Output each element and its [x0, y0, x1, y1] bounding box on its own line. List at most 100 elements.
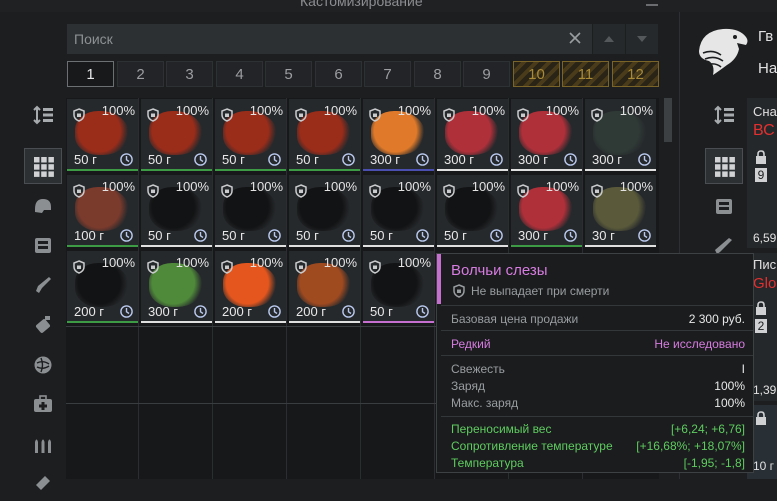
page-tab[interactable]: 4	[216, 61, 263, 87]
inventory-slot[interactable]: 100% 50 г	[141, 99, 212, 171]
inventory-slot[interactable]: 100% 200 г	[289, 251, 360, 323]
clock-icon	[638, 153, 651, 166]
item-weight: 300 г	[518, 152, 549, 167]
inventory-slot[interactable]: 100% 50 г	[215, 175, 286, 247]
page-tab[interactable]: 11	[562, 61, 609, 87]
page-tab[interactable]: 10	[513, 61, 560, 87]
category-misc-button[interactable]	[24, 465, 62, 501]
page-tab[interactable]: 7	[364, 61, 411, 87]
artifact-icon	[34, 356, 52, 374]
clock-icon	[342, 305, 355, 318]
inventory-slot[interactable]: 100% 50 г	[215, 99, 286, 171]
inventory-slot[interactable]: 100% 300 г	[585, 99, 656, 171]
shield-icon	[295, 260, 307, 274]
item-weight: 100 г	[74, 228, 105, 243]
item-weight: 300 г	[444, 152, 475, 167]
shield-icon	[517, 108, 529, 122]
inventory-slot[interactable]: 100% 300 г	[437, 99, 508, 171]
inventory-slot[interactable]: 100% 50 г	[363, 251, 434, 323]
rarity-bar	[511, 169, 582, 171]
inventory-slot[interactable]: 100% 300 г	[511, 175, 582, 247]
effect-value: [+16,68%; +18,07%]	[636, 439, 745, 453]
rarity-bar	[67, 169, 138, 171]
sort-icon	[33, 105, 53, 125]
search-input[interactable]	[67, 24, 564, 54]
category-armor-button[interactable]	[24, 227, 62, 263]
rarity-bar	[67, 245, 138, 247]
inventory-slot[interactable]: 100% 50 г	[363, 175, 434, 247]
shield-icon	[221, 108, 233, 122]
inventory-slot[interactable]: 100% 50 г	[141, 175, 212, 247]
shield-icon	[147, 260, 159, 274]
inventory-slot[interactable]: 100% 300 г	[511, 99, 582, 171]
inventory-slot[interactable]: 100% 200 г	[67, 251, 138, 323]
search-box	[67, 24, 592, 54]
rarity-bar	[363, 321, 434, 323]
sort-icon	[714, 105, 734, 125]
right-category-armor-button[interactable]	[705, 188, 743, 224]
stat-label: Заряд	[451, 379, 485, 393]
inventory-slot[interactable]: 100% 50 г	[289, 175, 360, 247]
page-tab[interactable]: 6	[315, 61, 362, 87]
inventory-slot[interactable]: 100% 50 г	[437, 175, 508, 247]
grid-column-line	[212, 98, 213, 479]
misc-icon	[36, 476, 50, 490]
stat-value: 100%	[714, 379, 745, 393]
category-grenade-button[interactable]	[24, 307, 62, 343]
shield-icon	[221, 260, 233, 274]
page-tab[interactable]: 12	[612, 61, 659, 87]
item-condition: 100%	[471, 103, 505, 118]
shield-icon	[73, 260, 85, 274]
shield-icon	[73, 108, 85, 122]
card-value: 6,59	[753, 231, 777, 245]
shield-icon	[453, 284, 465, 298]
page-tab[interactable]: 5	[265, 61, 312, 87]
item-condition: 100%	[619, 103, 653, 118]
equipped-card-1[interactable]: Сна ВС 9 6,59	[747, 98, 777, 248]
page-tab[interactable]: 8	[414, 61, 461, 87]
page-tab[interactable]: 2	[117, 61, 164, 87]
inventory-scrollbar[interactable]	[664, 98, 672, 142]
item-weight: 200 г	[74, 304, 105, 319]
right-sort-button[interactable]	[705, 97, 743, 133]
shield-icon	[295, 184, 307, 198]
clock-icon	[120, 305, 133, 318]
price-value: 2 300 руб.	[688, 312, 745, 326]
rarity-bar	[289, 245, 360, 247]
page-tab[interactable]: 9	[463, 61, 510, 87]
rarity-bar	[363, 245, 434, 247]
card-title: Пис	[753, 257, 777, 272]
item-condition: 100%	[175, 179, 209, 194]
shield-icon	[443, 184, 455, 198]
inventory-slot[interactable]: 100% 200 г	[215, 251, 286, 323]
category-artifact-button[interactable]	[24, 347, 62, 383]
window-control[interactable]	[646, 0, 658, 6]
scroll-up-button[interactable]	[593, 24, 625, 54]
right-category-all-button[interactable]	[705, 148, 743, 184]
item-weight: 50 г	[296, 152, 319, 167]
inventory-slot[interactable]: 100% 300 г	[141, 251, 212, 323]
item-condition: 100%	[323, 255, 357, 270]
item-weight: 50 г	[370, 228, 393, 243]
rarity-bar	[585, 169, 656, 171]
category-medkit-button[interactable]	[24, 386, 62, 422]
page-tab[interactable]: 3	[166, 61, 213, 87]
inventory-slot[interactable]: 100% 30 г	[585, 175, 656, 247]
item-weight: 30 г	[592, 228, 615, 243]
sort-button[interactable]	[24, 97, 62, 133]
card-subtitle: ВС	[753, 122, 775, 139]
category-all-button[interactable]	[24, 148, 62, 184]
inventory-slot[interactable]: 100% 300 г	[363, 99, 434, 171]
category-ammo-button[interactable]	[24, 426, 62, 462]
clear-icon[interactable]	[568, 31, 582, 45]
inventory-slot[interactable]: 100% 50 г	[67, 99, 138, 171]
inventory-slot[interactable]: 100% 50 г	[289, 99, 360, 171]
category-pistol-button[interactable]	[24, 267, 62, 303]
page-tab[interactable]: 1	[67, 61, 114, 87]
shield-icon	[369, 260, 381, 274]
rarity-bar	[67, 321, 138, 323]
inventory-slot[interactable]: 100% 100 г	[67, 175, 138, 247]
scroll-down-button[interactable]	[626, 24, 658, 54]
category-helmet-button[interactable]	[24, 188, 62, 224]
rarity-bar	[215, 169, 286, 171]
